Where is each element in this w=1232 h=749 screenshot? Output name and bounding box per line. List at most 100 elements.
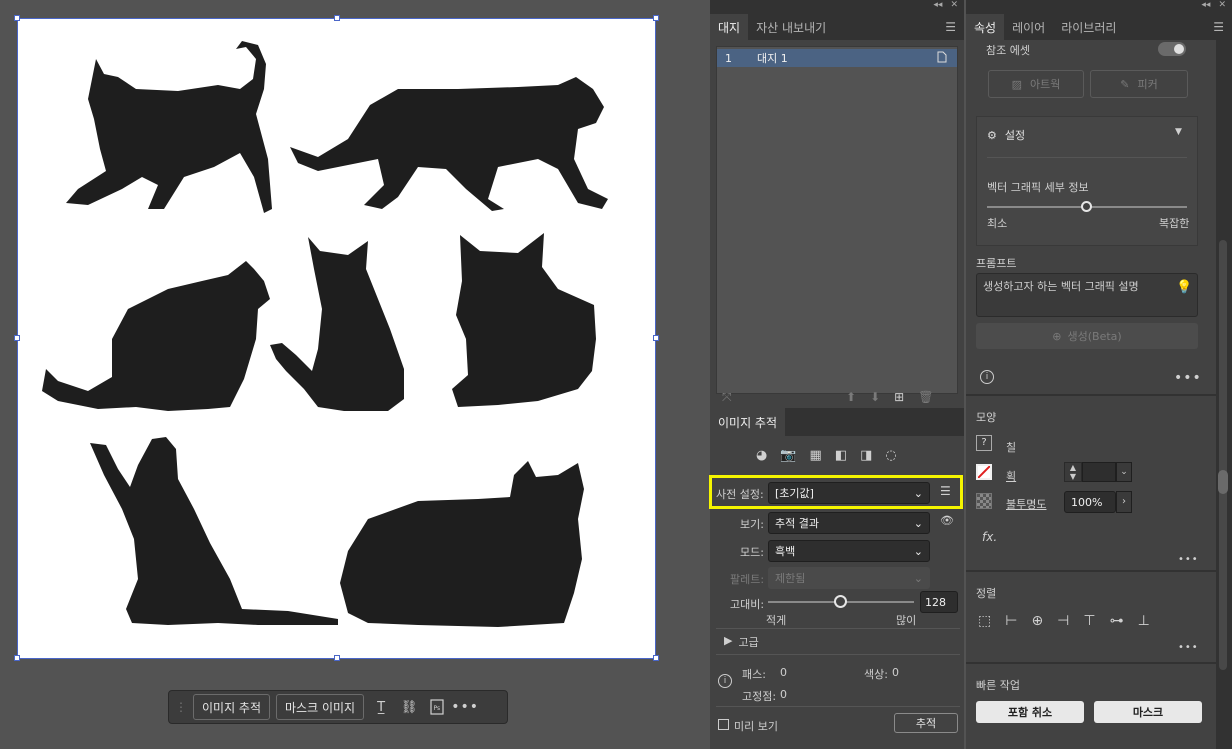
align-vcenter-icon[interactable]: ⊶ <box>1110 613 1124 629</box>
info-icon[interactable]: i <box>980 370 994 384</box>
prompt-textarea[interactable]: 생성하고자 하는 벡터 그래픽 설명 <box>976 273 1198 317</box>
selection-handle[interactable] <box>334 15 340 21</box>
chevron-right-icon[interactable]: › <box>1116 491 1132 513</box>
align-bottom-icon[interactable]: ⊥ <box>1138 613 1150 629</box>
auto-color-icon[interactable]: ◕ <box>756 448 767 463</box>
selection-handle[interactable] <box>14 655 20 661</box>
move-down-icon[interactable]: ⬇ <box>870 390 880 404</box>
preview-checkbox[interactable] <box>718 719 729 730</box>
fx-icon[interactable]: fx. <box>982 530 997 544</box>
threshold-min-label: 적게 <box>766 614 787 627</box>
threshold-slider-knob[interactable] <box>834 595 847 608</box>
tab-layers[interactable]: 레이어 <box>1004 14 1053 40</box>
paths-label: 패스: <box>742 668 766 681</box>
generate-label: 생성(Beta) <box>1067 330 1122 343</box>
panel-menu-icon[interactable]: ☰ <box>937 14 964 40</box>
selection-handle[interactable] <box>14 15 20 21</box>
close-icon[interactable]: ✕ <box>1218 0 1226 14</box>
align-top-icon[interactable]: ⊤ <box>1083 613 1095 629</box>
selection-handle[interactable] <box>334 655 340 661</box>
preset-dropdown[interactable]: [초기값] ⌄ <box>768 482 930 504</box>
artwork-label: 아트웍 <box>1030 78 1061 91</box>
image-trace-title[interactable]: 이미지 추적 <box>710 408 786 436</box>
photoshop-icon[interactable]: Ps <box>426 696 448 718</box>
align-hcenter-icon[interactable]: ⊕ <box>1031 613 1043 629</box>
artboard-row-name: 대지 1 <box>757 52 788 65</box>
close-icon[interactable]: ✕ <box>950 0 958 14</box>
preview-label: 미리 보기 <box>734 720 778 733</box>
link-icon[interactable]: ⛓ <box>398 696 420 718</box>
selection-handle[interactable] <box>653 655 659 661</box>
align-to-icon[interactable]: ⬚ <box>978 613 991 629</box>
panel-menu-icon[interactable]: ☰ <box>1205 14 1232 40</box>
delete-icon[interactable]: 🗑 <box>918 390 933 404</box>
outline-icon[interactable]: ◌ <box>885 448 896 463</box>
threshold-input[interactable]: 128 <box>920 591 958 613</box>
more-icon[interactable]: ••• <box>1178 642 1199 653</box>
reference-asset-toggle[interactable] <box>1158 42 1186 56</box>
stroke-stepper[interactable]: ▲ ▼ <box>1064 462 1082 482</box>
more-icon[interactable]: ••• <box>1178 554 1199 565</box>
low-color-icon[interactable]: ▦ <box>810 448 822 463</box>
opacity-input[interactable]: 100% <box>1064 491 1116 513</box>
settings-header[interactable]: ⚙ 설정 <box>987 127 1025 143</box>
artboard[interactable] <box>17 18 656 659</box>
mask-button[interactable]: 마스크 <box>1094 701 1202 723</box>
tab-artboards[interactable]: 대지 <box>710 14 749 40</box>
preset-value: [초기값] <box>775 487 814 500</box>
artboard-row[interactable]: 1 대지 1 <box>717 49 957 67</box>
chevron-down-icon[interactable]: ▼ <box>1175 127 1182 137</box>
trace-button[interactable]: 추적 <box>894 713 958 733</box>
text-search-icon[interactable]: T̲ <box>370 696 392 718</box>
anchors-label: 고정점: <box>742 690 777 703</box>
palette-label: 팔레트: <box>730 573 765 586</box>
preset-list-icon[interactable]: ☰ <box>940 484 951 498</box>
detail-slider-knob[interactable] <box>1081 201 1092 212</box>
properties-dock: ◂◂ ✕ 속성 레이어 라이브러리 ☰ 참조 에셋 ▨ 아트웍 ✎ 피커 ⚙ 설정 ▼ … <box>966 0 1232 749</box>
selection-handle[interactable] <box>14 335 20 341</box>
align-right-icon[interactable]: ⊣ <box>1057 613 1069 629</box>
selection-handle[interactable] <box>653 15 659 21</box>
view-label: 보기: <box>740 518 764 531</box>
eye-icon[interactable]: 👁 <box>940 514 954 527</box>
collapse-icon[interactable]: ◂◂ <box>933 0 942 14</box>
black-white-icon[interactable]: ◨ <box>860 448 872 463</box>
mask-image-button[interactable]: 마스크 이미지 <box>276 694 365 720</box>
selection-handle[interactable] <box>653 335 659 341</box>
new-artboard-icon[interactable]: ⊞ <box>894 390 904 404</box>
chevron-down-icon[interactable]: ⌄ <box>1116 462 1132 482</box>
collapse-icon[interactable]: ◂◂ <box>1201 0 1210 14</box>
advanced-toggle[interactable]: ▶ 고급 <box>724 634 759 650</box>
rearrange-icon[interactable]: ⤧ <box>722 390 732 405</box>
divider <box>716 628 960 629</box>
divider <box>987 157 1187 158</box>
tab-properties[interactable]: 속성 <box>966 14 1005 40</box>
stroke-weight-input[interactable] <box>1082 462 1116 482</box>
fill-swatch-icon[interactable]: ? <box>976 435 992 451</box>
release-group-button[interactable]: 포함 취소 <box>976 701 1084 723</box>
canvas-area[interactable]: ⋮ 이미지 추적 마스크 이미지 T̲ ⛓ Ps ••• <box>0 0 710 749</box>
artboard-page-icon[interactable] <box>937 51 957 66</box>
view-dropdown[interactable]: 추적 결과 ⌄ <box>768 512 930 534</box>
stroke-swatch-icon[interactable] <box>976 464 992 480</box>
tab-asset-export[interactable]: 자산 내보내기 <box>748 14 834 40</box>
camera-icon[interactable]: 📷 <box>780 448 796 463</box>
colors-value: 0 <box>892 666 899 679</box>
settings-label: 설정 <box>1004 129 1026 142</box>
grip-handle-icon[interactable]: ⋮ <box>175 700 187 714</box>
divider <box>716 706 960 707</box>
mode-dropdown[interactable]: 흑백 ⌄ <box>768 540 930 562</box>
opacity-label[interactable]: 불투명도 <box>1006 496 1046 512</box>
anchors-value: 0 <box>780 688 787 701</box>
more-icon[interactable]: ••• <box>1174 370 1202 386</box>
move-up-icon[interactable]: ⬆ <box>846 390 856 404</box>
image-trace-button[interactable]: 이미지 추적 <box>193 694 271 720</box>
opacity-swatch-icon <box>976 493 992 509</box>
align-left-icon[interactable]: ⊢ <box>1005 613 1017 629</box>
lightbulb-icon[interactable]: 💡 <box>1176 280 1192 295</box>
tab-libraries[interactable]: 라이브러리 <box>1053 14 1124 40</box>
stroke-label[interactable]: 획 <box>1006 468 1016 484</box>
properties-scrollbar[interactable] <box>1218 40 1228 749</box>
grayscale-icon[interactable]: ◧ <box>835 448 847 463</box>
more-icon[interactable]: ••• <box>451 696 478 718</box>
